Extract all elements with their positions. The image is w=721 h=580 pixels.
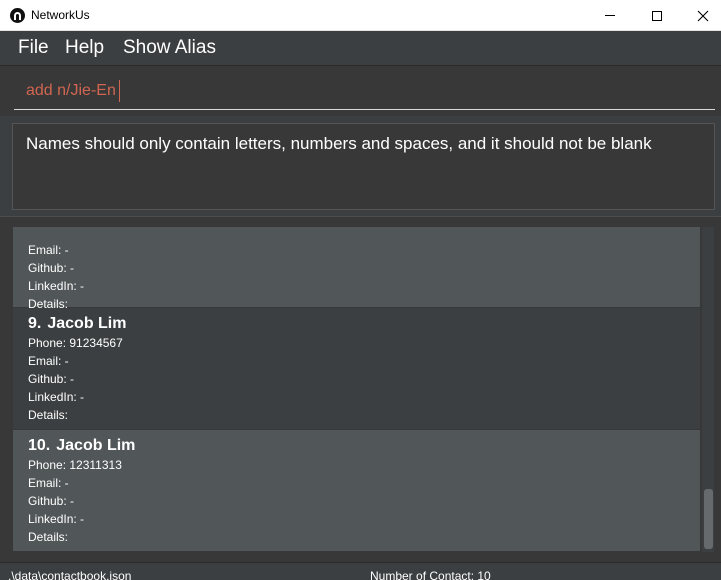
contact-email: Email: - bbox=[28, 476, 69, 490]
menu-bar: File Help Show Alias bbox=[0, 31, 721, 66]
minimize-button[interactable] bbox=[587, 0, 633, 31]
contact-index: 9. bbox=[28, 315, 42, 332]
minimize-icon bbox=[605, 15, 615, 16]
data-file-path: .\data\contactbook.json bbox=[8, 569, 132, 580]
contact-count: Number of Contact: 10 bbox=[370, 569, 491, 580]
result-display[interactable]: Names should only contain letters, numbe… bbox=[12, 123, 715, 210]
status-bar: .\data\contactbook.json Number of Contac… bbox=[0, 562, 721, 580]
contact-email: Email: - bbox=[28, 354, 69, 368]
contact-name: Jacob Lim bbox=[56, 437, 136, 454]
window-title: NetworkUs bbox=[31, 8, 90, 22]
menu-help[interactable]: Help bbox=[65, 37, 104, 59]
contact-name-line: 9. Jacob Lim bbox=[28, 314, 700, 334]
contact-email: Email: - bbox=[28, 243, 69, 257]
contact-name: Jacob Lim bbox=[47, 315, 127, 332]
contact-details: Details: bbox=[28, 530, 69, 544]
contact-github: Github: - bbox=[28, 372, 75, 386]
maximize-button[interactable] bbox=[634, 0, 680, 31]
scrollbar-thumb[interactable] bbox=[704, 489, 713, 549]
contact-details: Details: bbox=[28, 408, 69, 422]
command-box bbox=[0, 66, 721, 116]
menu-show-alias[interactable]: Show Alias bbox=[123, 37, 216, 59]
title-bar: NetworkUs bbox=[0, 0, 721, 31]
contact-linkedin: LinkedIn: - bbox=[28, 512, 85, 526]
maximize-icon bbox=[652, 10, 662, 21]
close-icon bbox=[697, 10, 709, 21]
contact-linkedin: LinkedIn: - bbox=[28, 279, 85, 293]
contact-card[interactable]: 10. Jacob Lim Phone: 12311313 Email: - Gi… bbox=[13, 430, 700, 551]
menu-file[interactable]: File bbox=[18, 37, 49, 59]
contact-phone: Phone: 12311313 bbox=[28, 458, 122, 472]
contact-github: Github: - bbox=[28, 261, 75, 275]
contact-github: Github: - bbox=[28, 494, 75, 508]
result-message: Names should only contain letters, numbe… bbox=[26, 134, 652, 153]
contact-card[interactable]: 9. Jacob Lim Phone: 91234567 Email: - Git… bbox=[13, 308, 700, 429]
contact-list[interactable]: Email: - Github: - LinkedIn: - Details: … bbox=[0, 217, 721, 562]
contact-name-line: 10. Jacob Lim bbox=[28, 436, 700, 456]
contact-index: 10. bbox=[28, 437, 51, 454]
networkus-logo-icon bbox=[10, 8, 25, 23]
text-caret bbox=[119, 80, 120, 102]
contact-card[interactable]: Email: - Github: - LinkedIn: - Details: bbox=[13, 227, 700, 311]
close-button[interactable] bbox=[680, 0, 721, 31]
contact-phone: Phone: 91234567 bbox=[28, 336, 123, 350]
contact-linkedin: LinkedIn: - bbox=[28, 390, 85, 404]
